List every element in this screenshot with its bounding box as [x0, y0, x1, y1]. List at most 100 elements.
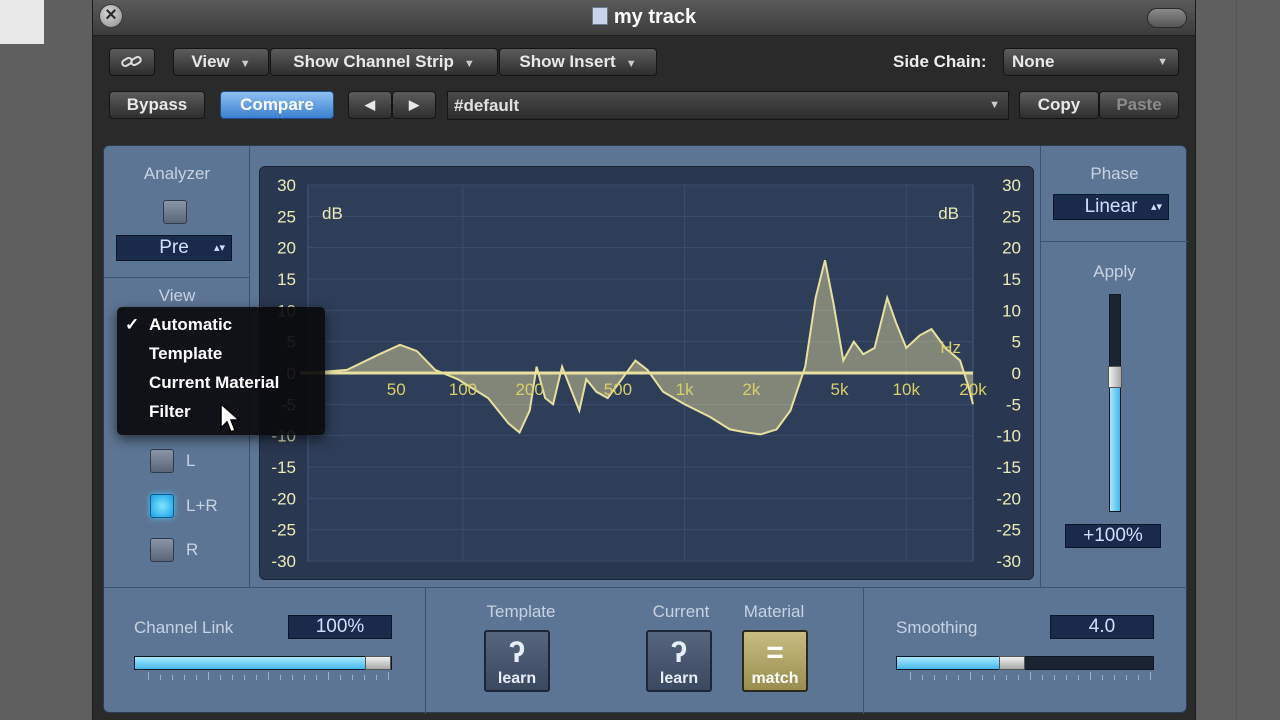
slider-tick: [304, 675, 305, 680]
analyzer-mode-select[interactable]: Pre ▴▾: [116, 235, 232, 261]
slider-tick: [292, 675, 293, 680]
window-title-text: my track: [613, 6, 697, 28]
next-preset-button[interactable]: ▶: [392, 91, 436, 119]
toolbar-toggle-button[interactable]: [1147, 8, 1187, 28]
slider-tick: [340, 675, 341, 680]
x-tick-label: 100: [449, 380, 477, 399]
show-channel-strip-button[interactable]: Show Channel Strip ▼: [270, 48, 498, 76]
slider-tick: [1042, 675, 1043, 680]
compare-button[interactable]: Compare: [220, 91, 334, 119]
ear-icon: ʔ: [508, 636, 526, 669]
channel-link-slider-knob[interactable]: [365, 656, 391, 670]
view-label: View: [158, 286, 196, 305]
bypass-button[interactable]: Bypass: [109, 91, 205, 119]
x-tick-label: 10k: [893, 380, 921, 399]
y-tick-label-left: 30: [277, 176, 296, 195]
bottom-controls: Channel Link 100% Template ʔ learn Curre…: [104, 587, 1187, 714]
x-tick-label: 200: [515, 380, 543, 399]
x-tick-label: 1k: [676, 380, 694, 399]
previous-preset-button[interactable]: ◀: [348, 91, 392, 119]
link-button[interactable]: [109, 48, 155, 76]
copy-button[interactable]: Copy: [1019, 91, 1099, 119]
db-label-right: dB: [938, 204, 959, 223]
channel-link-label: Channel Link: [134, 618, 234, 637]
slider-tick: [1018, 675, 1019, 680]
plugin-window: × my track View ▼ Show Channel Strip ▼ Sho…: [92, 0, 1196, 720]
phase-label: Phase: [1090, 164, 1139, 183]
checkmark-icon: ✓: [125, 315, 140, 334]
x-tick-label: 5k: [831, 380, 849, 399]
apply-slider[interactable]: [1108, 294, 1122, 512]
current-label: Current: [652, 602, 710, 621]
slider-tick: [934, 675, 935, 680]
slider-tick: [1030, 672, 1031, 680]
equals-icon: =: [766, 636, 784, 669]
divider: [1041, 241, 1188, 242]
ear-icon: ʔ: [670, 636, 688, 669]
menu-item-automatic[interactable]: ✓ Automatic: [117, 313, 325, 342]
match-button[interactable]: = match: [742, 630, 808, 692]
eq-graph[interactable]: 303025252020151510105500-5-5-10-10-15-15…: [259, 166, 1034, 580]
x-tick-label: 50: [387, 380, 406, 399]
y-tick-label-left: -20: [271, 489, 296, 508]
slider-tick: [1054, 675, 1055, 680]
smoothing-section: Smoothing 4.0: [864, 588, 1187, 714]
template-label: Template: [486, 602, 556, 621]
slider-tick: [148, 672, 149, 680]
db-label-left: dB: [322, 204, 343, 223]
mouse-cursor-icon: [220, 402, 241, 434]
slider-tick: [220, 675, 221, 680]
y-tick-label-right: 5: [1012, 333, 1021, 352]
channel-lr-toggle[interactable]: [150, 494, 174, 518]
side-chain-select[interactable]: None ▼: [1003, 48, 1179, 76]
title-bar[interactable]: × my track: [93, 0, 1195, 36]
preset-select[interactable]: #default ▼: [447, 91, 1009, 120]
smoothing-slider[interactable]: [896, 656, 1154, 670]
analyzer-toggle[interactable]: [163, 200, 187, 224]
slider-tick: [364, 675, 365, 680]
channel-r-label: R: [186, 540, 199, 559]
slider-tick: [196, 675, 197, 680]
phase-select[interactable]: Linear ▴▾: [1053, 194, 1169, 220]
document-icon: [591, 7, 608, 25]
menu-item-current-material[interactable]: Current Material: [117, 371, 325, 400]
slider-tick: [970, 672, 971, 680]
paste-button[interactable]: Paste: [1099, 91, 1179, 119]
slider-tick: [328, 672, 329, 680]
channel-link-slider[interactable]: [134, 656, 392, 670]
y-tick-label-right: 10: [1002, 301, 1021, 320]
slider-tick: [184, 675, 185, 680]
channel-l-label: L: [186, 451, 196, 470]
x-tick-label: 2k: [742, 380, 760, 399]
slider-tick: [1078, 675, 1079, 680]
slider-tick: [1126, 675, 1127, 680]
slider-tick: [268, 672, 269, 680]
slider-tick: [316, 675, 317, 680]
current-learn-button[interactable]: ʔ learn: [646, 630, 712, 692]
slider-tick: [922, 675, 923, 680]
channel-r-toggle[interactable]: [150, 538, 174, 562]
match-label: match: [751, 670, 799, 687]
apply-slider-knob[interactable]: [1108, 366, 1122, 389]
template-learn-button[interactable]: ʔ learn: [484, 630, 550, 692]
slider-tick: [160, 675, 161, 680]
apply-value[interactable]: +100%: [1065, 524, 1161, 548]
x-tick-label: 500: [604, 380, 632, 399]
menu-item-template[interactable]: Template: [117, 342, 325, 371]
show-insert-button[interactable]: Show Insert ▼: [499, 48, 657, 76]
smoothing-slider-knob[interactable]: [999, 656, 1026, 670]
hz-label: Hz: [940, 338, 961, 357]
channel-link-section: Channel Link 100%: [104, 588, 426, 714]
template-learn-label: learn: [497, 670, 537, 687]
y-tick-label-left: -25: [271, 521, 296, 540]
learn-match-section: Template ʔ learn Current Material ʔ lear…: [426, 588, 864, 714]
y-tick-label-right: 30: [1002, 176, 1021, 195]
channel-link-value[interactable]: 100%: [288, 615, 392, 639]
y-tick-label-right: 0: [1012, 364, 1021, 383]
material-label: Material: [743, 602, 805, 621]
slider-tick: [232, 675, 233, 680]
view-menu-button[interactable]: View ▼: [173, 48, 269, 76]
channel-l-toggle[interactable]: [150, 449, 174, 473]
smoothing-value[interactable]: 4.0: [1050, 615, 1154, 639]
x-tick-label: 20k: [959, 380, 987, 399]
